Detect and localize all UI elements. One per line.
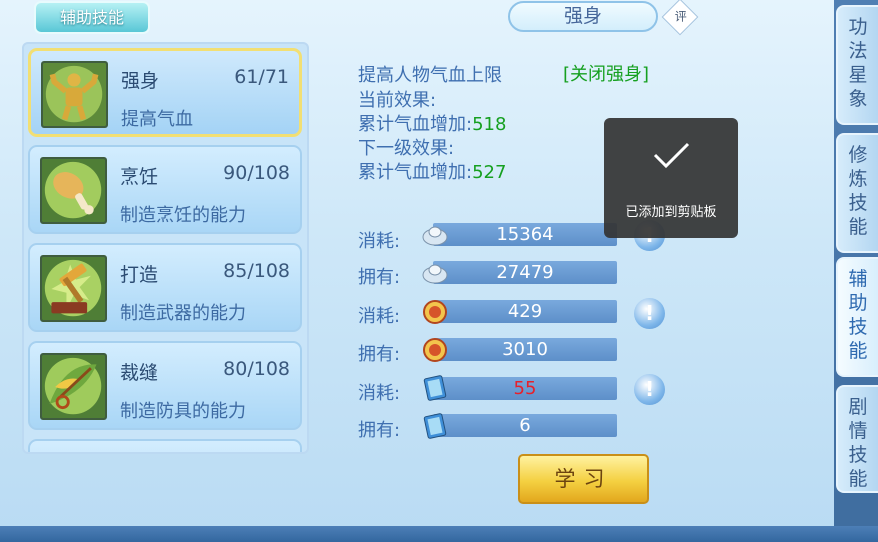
warning-icon[interactable]: ! (634, 298, 665, 329)
own-contribution-bar: 3010 (433, 338, 617, 361)
skill-name: 打造 (120, 264, 159, 286)
skill-level: 80/108 (223, 358, 290, 380)
cost-label: 消耗: (358, 231, 401, 252)
skill-item-qiangshen[interactable]: 强身 61/71 提高气血 (28, 48, 302, 137)
next-effect-heading: 下一级效果: (358, 138, 455, 159)
skill-list[interactable]: 强身 61/71 提高气血 烹饪 90/108 制造烹饪的能力 打造 85/10… (22, 42, 309, 454)
cost-contribution-bar: 429 (433, 300, 617, 323)
skill-level: 85/108 (223, 260, 290, 282)
own-vitality-bar: 6 (433, 414, 617, 437)
tab-fuzhu-skills[interactable]: 辅助技能 (836, 257, 878, 377)
warning-icon[interactable]: ! (634, 374, 665, 405)
tab-xiulian-skills[interactable]: 修炼技能 (836, 133, 878, 253)
cost-label: 消耗: (358, 306, 401, 327)
skill-title: 强身 (508, 1, 658, 32)
drumstick-icon (40, 157, 107, 224)
skill-desc: 提高气血 (121, 109, 193, 130)
skill-window: 辅助技能 强身 61/71 提高气血 烹饪 90/108 制造烹饪的能力 打造 … (0, 0, 878, 542)
tab-auxiliary-skills[interactable]: 辅助技能 (34, 1, 150, 34)
skill-desc: 制造防具的能力 (120, 401, 246, 422)
skill-item-partial[interactable] (28, 439, 302, 452)
own-silver-bar: 27479 (433, 261, 617, 284)
current-effect-value: 518 (472, 114, 507, 135)
contribution-coin-icon (423, 300, 447, 324)
hammer-anvil-icon (40, 255, 107, 322)
current-effect: 累计气血增加:518 (358, 114, 507, 135)
cost-vitality-bar: 55 (433, 377, 617, 400)
next-effect: 累计气血增加:527 (358, 162, 507, 183)
skill-level: 90/108 (223, 162, 290, 184)
next-effect-value: 527 (472, 162, 507, 183)
skill-name: 强身 (121, 70, 160, 92)
skill-item-pengren[interactable]: 烹饪 90/108 制造烹饪的能力 (28, 145, 302, 234)
contribution-coin-icon (423, 338, 447, 362)
own-label: 拥有: (358, 344, 401, 365)
silver-ingot-icon (422, 226, 448, 246)
skill-desc: 制造烹饪的能力 (120, 205, 246, 226)
skill-desc: 制造武器的能力 (120, 303, 246, 324)
learn-button[interactable]: 学习 (518, 454, 649, 504)
muscle-man-icon (41, 61, 108, 128)
toast-message: 已添加到剪贴板 (625, 205, 717, 220)
close-skill-link[interactable]: [关闭强身] (563, 60, 649, 86)
skill-item-dazao[interactable]: 打造 85/108 制造武器的能力 (28, 243, 302, 332)
clipboard-toast: 已添加到剪贴板 (604, 118, 738, 238)
rate-badge[interactable]: 评 (661, 0, 699, 36)
skill-name: 烹饪 (120, 166, 159, 188)
own-label: 拥有: (358, 420, 401, 441)
skill-description: 提高人物气血上限 (358, 65, 502, 86)
cost-label: 消耗: (358, 383, 401, 404)
skill-level: 61/71 (234, 66, 289, 88)
needle-leaf-icon (40, 353, 107, 420)
skill-item-caifeng[interactable]: 裁缝 80/108 制造防具的能力 (28, 341, 302, 430)
own-label: 拥有: (358, 267, 401, 288)
bottom-decoration (0, 526, 878, 542)
current-effect-heading: 当前效果: (358, 90, 437, 111)
vitality-book-icon (423, 375, 447, 401)
skill-name: 裁缝 (120, 362, 159, 384)
vitality-book-icon (423, 413, 447, 439)
check-icon (653, 142, 690, 169)
cost-silver-bar: 15364 (433, 223, 617, 246)
tab-juqing-skills[interactable]: 剧情技能 (836, 385, 878, 493)
tab-gongfa-xingxiang[interactable]: 功法星象 (836, 5, 878, 125)
silver-ingot-icon (422, 264, 448, 284)
